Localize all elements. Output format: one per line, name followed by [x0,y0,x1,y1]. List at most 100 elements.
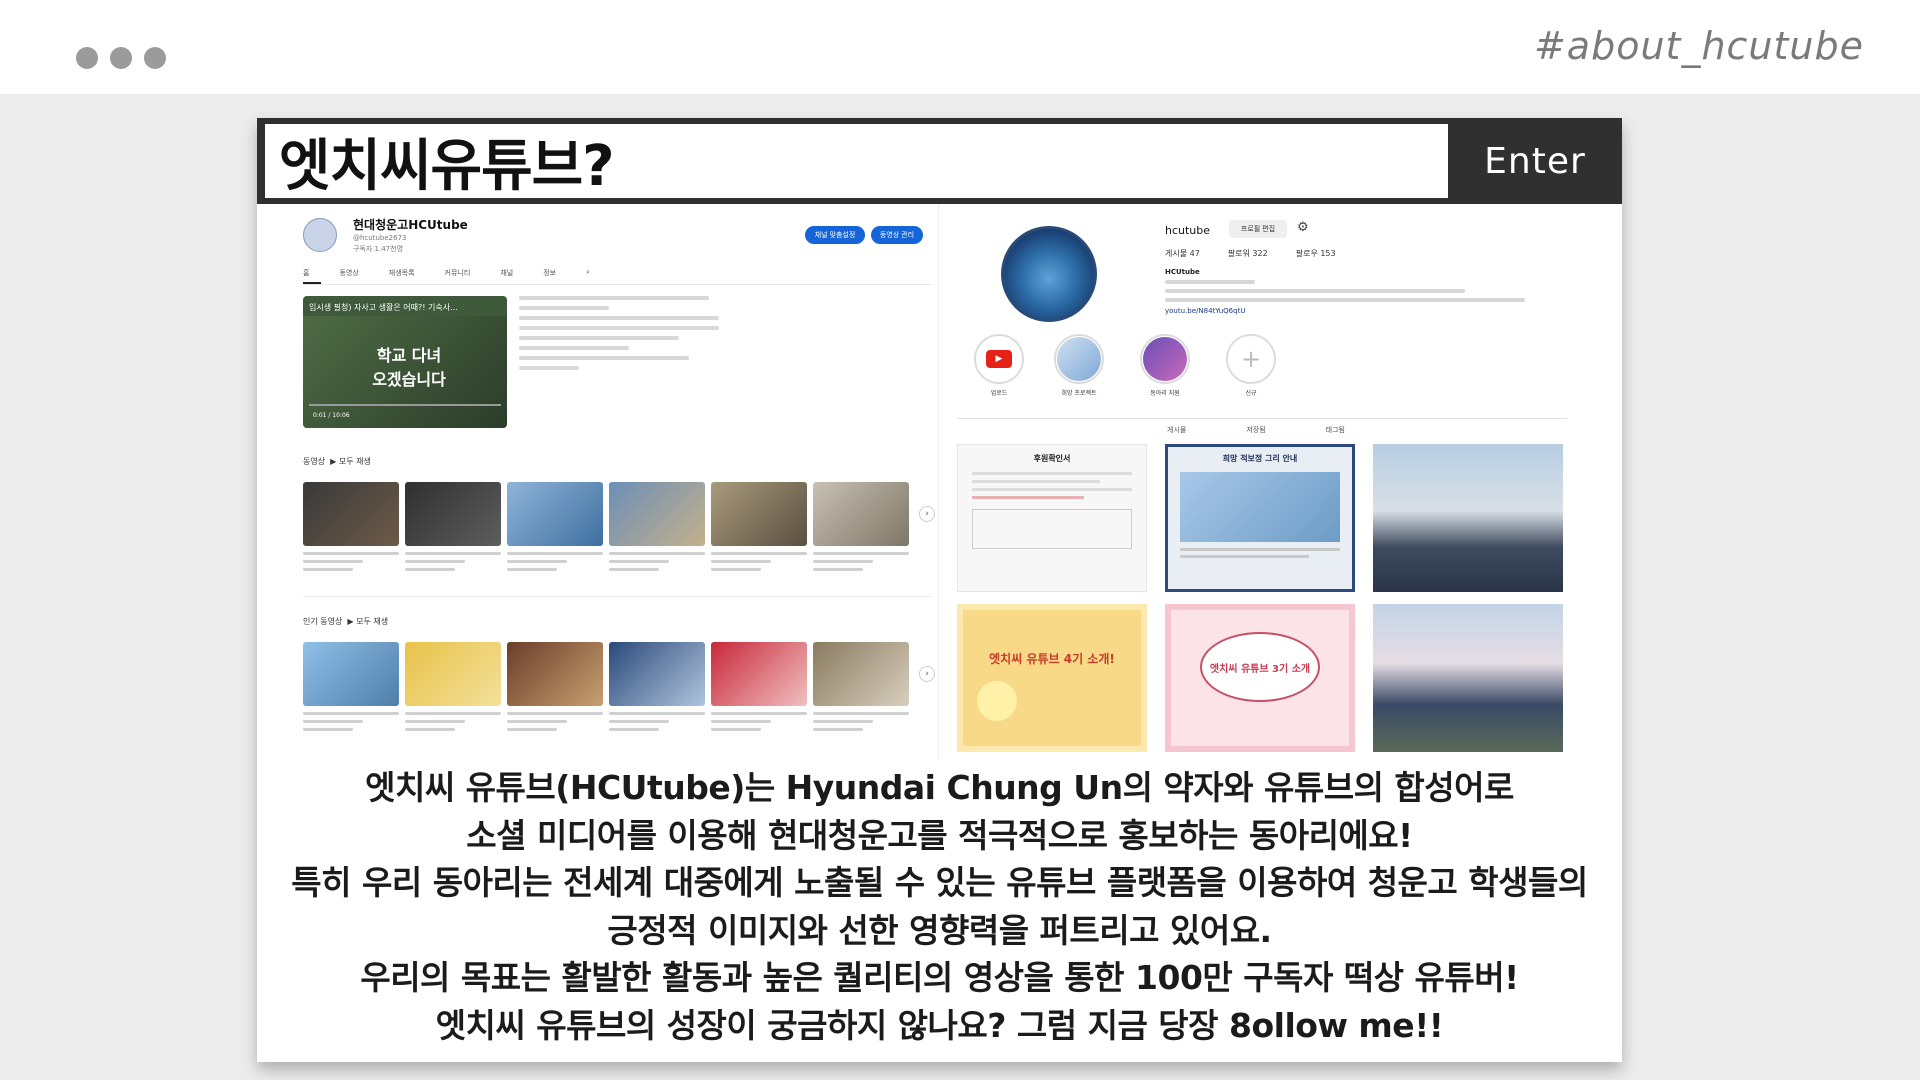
post-text: 엣치씨 유튜브 4기 소개! [989,652,1115,666]
description-block: 엣치씨 유튜브(HCUtube)는 Hyundai Chung Un의 약자와 … [257,764,1622,1049]
channel-tabs: 홈 동영상 재생목록 커뮤니티 채널 정보 ⌕ [303,268,590,278]
bio-name: HCUtube [1165,268,1200,276]
channel-name: 현대청운고HCUtube [353,218,468,232]
channel-avatar [303,218,337,252]
tab-channels[interactable]: 채널 [500,268,513,278]
featured-description [519,296,719,376]
highlight-label: 업로드 [990,390,1008,397]
profile-bio: HCUtube youtu.be/N84tYuQ6qtU [1165,268,1525,315]
title-field[interactable]: 엣치씨유튜브? [265,124,1448,199]
post-tile[interactable] [1373,604,1563,752]
tab-playlists[interactable]: 재생목록 [389,268,415,278]
window-dot-icon[interactable] [144,47,166,69]
tab-tagged[interactable]: 태그됨 [1326,425,1345,435]
video-thumbnail[interactable] [303,482,399,546]
section-title: 인기 동영상 [303,617,343,626]
youtube-channel-screenshot: 현대청운고HCUtube @hcutube2673 구독자 1.47천명 채널 … [257,204,939,760]
channel-subscribers: 구독자 1.47천명 [353,245,404,253]
tab-posts[interactable]: 게시물 [1167,425,1186,435]
video-thumbnail[interactable] [405,642,501,706]
video-progress-bar[interactable] [309,404,501,406]
post-tile[interactable] [1373,444,1563,592]
highlight-label: 동아리 지원 [1150,390,1180,397]
tab-saved[interactable]: 저장됨 [1246,425,1265,435]
followers-count[interactable]: 팔로워 322 [1228,248,1268,259]
play-all-link[interactable]: 모두 재생 [356,617,388,626]
tab-divider [303,284,931,285]
manage-videos-button[interactable]: 동영상 관리 [871,226,923,244]
post-tile[interactable]: 희망 적보정 그리 안내 [1165,444,1355,592]
post-tile[interactable]: 엣치씨 유튜브 3기 소개 [1165,604,1355,752]
tab-about[interactable]: 정보 [543,268,556,278]
window-dot-icon[interactable] [76,47,98,69]
video-time: 0:01 / 10:06 [313,412,350,419]
posts-count: 게시물 47 [1165,249,1200,258]
profile-tabs: 게시물 저장됨 태그됨 [957,418,1567,435]
video-thumbnail[interactable] [507,642,603,706]
section-videos-label: 동영상 ▶ 모두 재생 [303,457,371,466]
section-title: 동영상 [303,457,326,466]
video-thumbnail[interactable] [711,642,807,706]
description-line: 특히 우리 동아리는 전세계 대중에게 노출될 수 있는 유튜브 플랫폼을 이용… [291,863,1588,902]
tab-community[interactable]: 커뮤니티 [445,268,471,278]
popular-row [303,642,909,706]
video-thumbnail[interactable] [303,642,399,706]
video-thumbnail[interactable] [609,482,705,546]
posts-grid: 후원확인서 희망 적보정 그리 안내 엣치씨 유튜브 4기 소개! 엣치씨 유튜… [957,444,1563,752]
highlight-thumbnail [1140,334,1190,384]
bio-link[interactable]: youtu.be/N84tYuQ6qtU [1165,307,1525,315]
customize-channel-button[interactable]: 채널 맞춤설정 [805,226,865,244]
hashtag-label: #about_hcutube [1533,24,1864,68]
description-line: 엣치씨 유튜브(HCUtube)는 Hyundai Chung Un의 약자와 … [365,768,1514,807]
screenshots-area: 현대청운고HCUtube @hcutube2673 구독자 1.47천명 채널 … [257,204,1622,760]
video-thumbnail[interactable] [813,482,909,546]
highlight-hope-project[interactable]: 희망 프로젝트 [1053,334,1105,397]
youtube-icon: ▶ [974,334,1024,384]
plus-icon: + [1226,334,1276,384]
instagram-username: hcutube [1165,224,1211,237]
videos-row [303,482,909,546]
chevron-right-icon[interactable]: › [919,506,935,522]
video-thumbnail[interactable] [813,642,909,706]
description-line: 우리의 목표는 활발한 활동과 높은 퀄리티의 영상을 통한 100만 구독자 … [360,958,1519,997]
section-popular-label: 인기 동영상 ▶ 모두 재생 [303,617,389,626]
description-line: 긍정적 이미지와 선한 영향력을 퍼트리고 있어요. [607,910,1272,950]
highlight-new[interactable]: + 신규 [1225,334,1277,397]
video-thumbnail[interactable] [711,482,807,546]
play-all-link[interactable]: 모두 재생 [339,457,371,466]
tab-videos[interactable]: 동영상 [339,268,358,278]
channel-handle: @hcutube2673 [353,234,407,242]
highlight-club-support[interactable]: 동아리 지원 [1139,334,1191,397]
page-title: 엣치씨유튜브? [279,133,615,199]
window-top-bar: #about_hcutube [0,0,1920,94]
gear-icon[interactable]: ⚙ [1297,220,1309,235]
section-divider [303,596,931,597]
featured-video[interactable]: 입시생 필청) 자사고 생활은 어때?! 기숙사... 학교 다녀 오겠습니다 … [303,296,507,428]
video-thumbnail[interactable] [405,482,501,546]
post-tile[interactable]: 엣치씨 유튜브 4기 소개! [957,604,1147,752]
post-tile[interactable]: 후원확인서 [957,444,1147,592]
chevron-right-icon[interactable]: › [919,666,935,682]
following-count[interactable]: 팔로우 153 [1296,248,1336,259]
search-icon[interactable]: ⌕ [586,268,590,278]
enter-button[interactable]: Enter [1448,118,1622,204]
edit-profile-button[interactable]: 프로필 편집 [1229,220,1287,238]
highlight-thumbnail [1054,334,1104,384]
instagram-profile-screenshot: hcutube 프로필 편집 ⚙ 게시물 47 팔로워 322 팔로우 153 … [939,204,1622,760]
window-dot-icon[interactable] [110,47,132,69]
profile-logo [1001,226,1097,322]
tab-active-indicator [303,282,321,284]
featured-video-caption: 학교 다녀 오겠습니다 [372,346,446,389]
popular-captions [303,712,909,736]
profile-stats: 게시물 47 팔로워 322 팔로우 153 [1165,248,1336,259]
video-thumbnail[interactable] [507,482,603,546]
videos-captions [303,552,909,576]
chick-illustration [977,681,1017,721]
window-controls [76,47,166,69]
highlight-upload[interactable]: ▶ 업로드 [973,334,1025,397]
featured-video-title: 입시생 필청) 자사고 생활은 어때?! 기숙사... [309,303,458,312]
post-text: 희망 적보정 그리 안내 [1222,454,1298,463]
video-thumbnail[interactable] [609,642,705,706]
description-line: 엣치씨 유튜브의 성장이 궁금하지 않나요? 그럼 지금 당장 8ollow m… [435,1005,1444,1045]
tab-home[interactable]: 홈 [303,268,309,278]
